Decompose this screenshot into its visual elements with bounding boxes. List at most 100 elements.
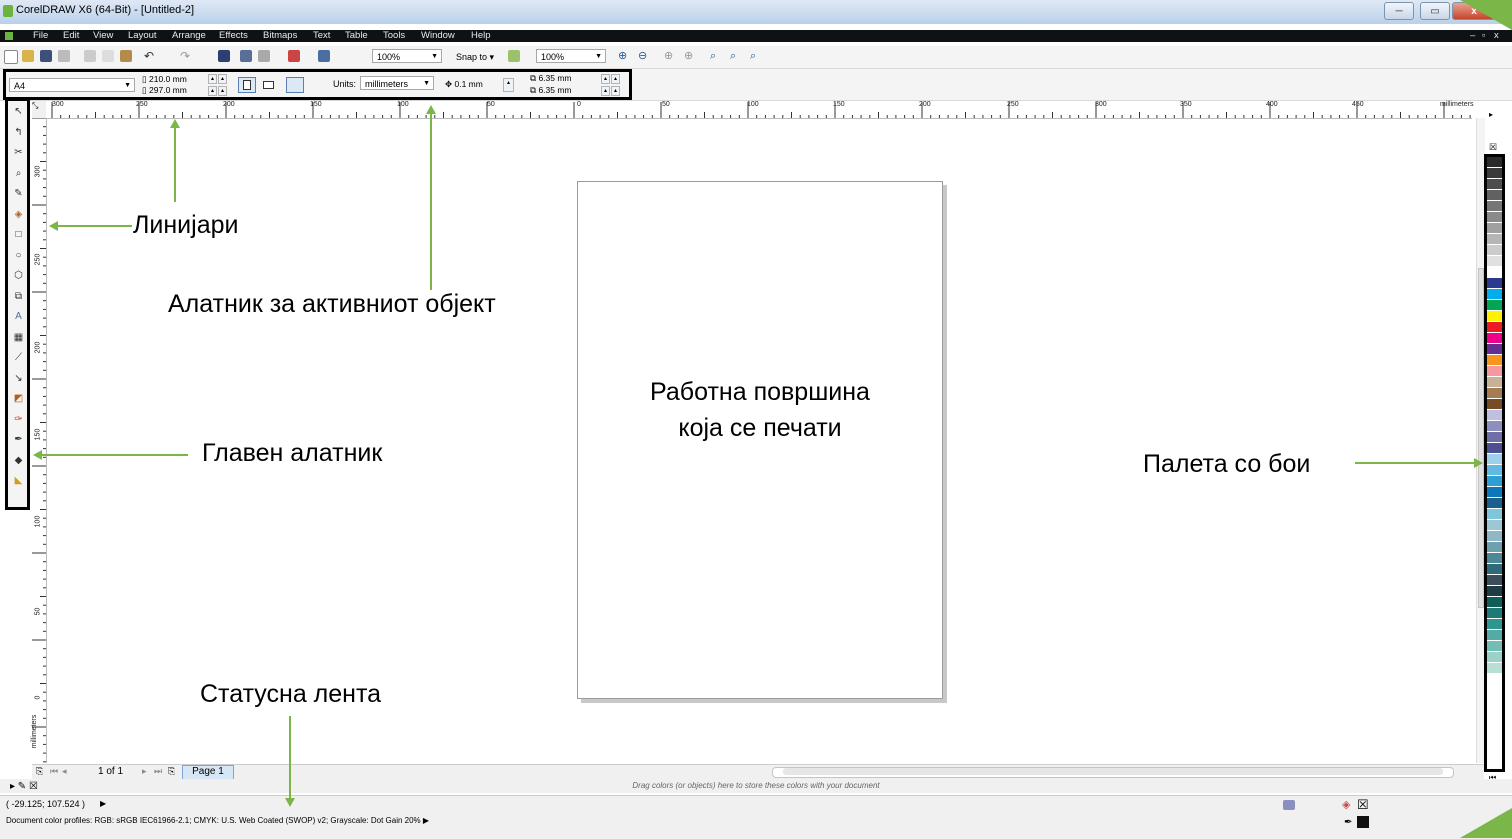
cut-icon[interactable]: [84, 50, 96, 62]
ruler-origin[interactable]: ⤡: [32, 101, 46, 118]
nudge-spinner[interactable]: ▴: [503, 78, 514, 92]
color-swatch[interactable]: [1487, 333, 1502, 344]
paper-size-select[interactable]: A4 ▼: [9, 78, 135, 92]
color-swatch[interactable]: [1487, 278, 1502, 289]
horizontal-scrollbar[interactable]: [772, 767, 1454, 778]
doc-close-icon[interactable]: x: [1494, 30, 1499, 42]
color-swatch[interactable]: [1487, 388, 1502, 399]
page-tab[interactable]: Page 1: [182, 765, 234, 780]
color-swatch[interactable]: [1487, 652, 1502, 663]
color-swatch[interactable]: [1487, 619, 1502, 630]
duplicate-distance-y-field[interactable]: ⧉ 6.35 mm: [530, 85, 572, 95]
color-swatch[interactable]: [1487, 454, 1502, 465]
portrait-orientation-button[interactable]: [238, 77, 256, 93]
publish-pdf-icon[interactable]: [258, 50, 270, 62]
units-select[interactable]: millimeters ▼: [360, 76, 434, 90]
first-page-icon[interactable]: ⏮: [50, 766, 58, 777]
color-swatch[interactable]: [1487, 443, 1502, 454]
color-swatch[interactable]: [1487, 575, 1502, 586]
polygon-tool-icon[interactable]: ⬡: [12, 269, 25, 282]
menu-edit[interactable]: Edit: [63, 30, 79, 42]
color-swatch[interactable]: [1487, 212, 1502, 223]
coreldraw-app-icon[interactable]: [3, 5, 13, 17]
application-launcher-icon[interactable]: [288, 50, 300, 62]
zoom-height-icon[interactable]: ⌕: [750, 50, 762, 62]
color-swatch[interactable]: [1487, 399, 1502, 410]
color-swatch[interactable]: [1487, 564, 1502, 575]
interactive-effects-tool-icon[interactable]: ◩: [12, 392, 25, 405]
open-folder-icon[interactable]: [22, 50, 34, 62]
current-page-icon[interactable]: [308, 77, 324, 93]
menu-arrange[interactable]: Arrange: [172, 30, 206, 42]
document-palette-drop-zone[interactable]: Drag colors (or objects) here to store t…: [0, 779, 1512, 793]
add-page-after-icon[interactable]: ⎘: [168, 766, 175, 777]
add-page-before-icon[interactable]: ⎘: [36, 766, 43, 777]
color-swatch[interactable]: [1487, 509, 1502, 520]
color-swatch[interactable]: [1487, 179, 1502, 190]
export-icon[interactable]: [240, 50, 252, 62]
color-swatch[interactable]: [1487, 608, 1502, 619]
color-swatch[interactable]: [1487, 476, 1502, 487]
outline-indicator-icon[interactable]: ✒: [1344, 817, 1352, 828]
horizontal-ruler[interactable]: 300 250 200 150 100 50 0 50 100 150 200 …: [32, 101, 1473, 119]
shape-tool-icon[interactable]: ↰: [12, 126, 25, 139]
vertical-ruler[interactable]: 300 250 200 150 100 50 0 millimeters: [31, 118, 47, 763]
color-swatch[interactable]: [1487, 520, 1502, 531]
color-swatch[interactable]: [1487, 542, 1502, 553]
import-icon[interactable]: [218, 50, 230, 62]
no-color-swatch-icon[interactable]: ☒: [1489, 142, 1501, 152]
connector-tool-icon[interactable]: ↘: [12, 372, 25, 385]
table-tool-icon[interactable]: ▦: [12, 331, 25, 344]
page-height-field[interactable]: ▯ 297.0 mm: [142, 85, 187, 95]
menu-table[interactable]: Table: [345, 30, 368, 42]
zoom-secondary-select[interactable]: 100% ▼: [536, 49, 606, 63]
print-icon[interactable]: [58, 50, 70, 62]
width-spinner-alt[interactable]: ▴: [218, 74, 227, 84]
color-swatch[interactable]: [1487, 421, 1502, 432]
basic-shapes-tool-icon[interactable]: ⧉: [12, 290, 25, 303]
color-swatch[interactable]: [1487, 630, 1502, 641]
coords-expand-icon[interactable]: ▶: [100, 799, 106, 808]
menu-text[interactable]: Text: [313, 30, 330, 42]
menu-help[interactable]: Help: [471, 30, 491, 42]
dup-y-spinner[interactable]: ▴: [601, 86, 610, 96]
zoom-tool-icon[interactable]: ⌕: [12, 167, 25, 180]
zoom-width-icon[interactable]: ⌕: [730, 50, 742, 62]
undo-icon[interactable]: ↶: [144, 50, 156, 62]
color-swatch[interactable]: [1487, 201, 1502, 212]
zoom-page-icon[interactable]: ⌕: [710, 50, 722, 62]
color-swatch[interactable]: [1487, 586, 1502, 597]
menu-effects[interactable]: Effects: [219, 30, 248, 42]
color-swatch[interactable]: [1487, 267, 1502, 278]
pick-tool-icon[interactable]: ↖: [12, 105, 25, 118]
ellipse-tool-icon[interactable]: ○: [12, 249, 25, 262]
dup-x-spinner-alt[interactable]: ▴: [611, 74, 620, 84]
outline-pen-tool-icon[interactable]: ✒: [12, 433, 25, 446]
color-swatch[interactable]: [1487, 553, 1502, 564]
color-swatch[interactable]: [1487, 190, 1502, 201]
color-swatch[interactable]: [1487, 300, 1502, 311]
options-icon[interactable]: [508, 50, 520, 62]
zoom-level-select[interactable]: 100% ▼: [372, 49, 442, 63]
page-width-field[interactable]: ▯ 210.0 mm: [142, 74, 187, 84]
eyedropper-tool-icon[interactable]: ✑: [12, 413, 25, 426]
width-spinner[interactable]: ▴: [208, 74, 217, 84]
zoom-all-icon[interactable]: ⊕: [684, 50, 696, 62]
snap-to-dropdown[interactable]: Snap to ▾: [456, 52, 494, 63]
fill-indicator-icon[interactable]: ◈: [1342, 798, 1350, 811]
color-swatch[interactable]: [1487, 322, 1502, 333]
all-pages-icon[interactable]: [286, 77, 304, 93]
next-page-icon[interactable]: ▸: [142, 766, 147, 777]
color-swatch[interactable]: [1487, 487, 1502, 498]
dup-x-spinner[interactable]: ▴: [601, 74, 610, 84]
text-tool-icon[interactable]: A: [12, 310, 25, 323]
zoom-out-icon[interactable]: ⊖: [638, 50, 650, 62]
color-swatch[interactable]: [1487, 531, 1502, 542]
color-swatch[interactable]: [1487, 289, 1502, 300]
color-swatch[interactable]: [1487, 157, 1502, 168]
interactive-fill-tool-icon[interactable]: ◣: [12, 474, 25, 487]
color-proof-icon[interactable]: [1283, 800, 1295, 810]
color-profiles-info[interactable]: Document color profiles: RGB: sRGB IEC61…: [6, 816, 429, 825]
dup-y-spinner-alt[interactable]: ▴: [611, 86, 620, 96]
doc-restore-icon[interactable]: ▫: [1482, 30, 1485, 42]
